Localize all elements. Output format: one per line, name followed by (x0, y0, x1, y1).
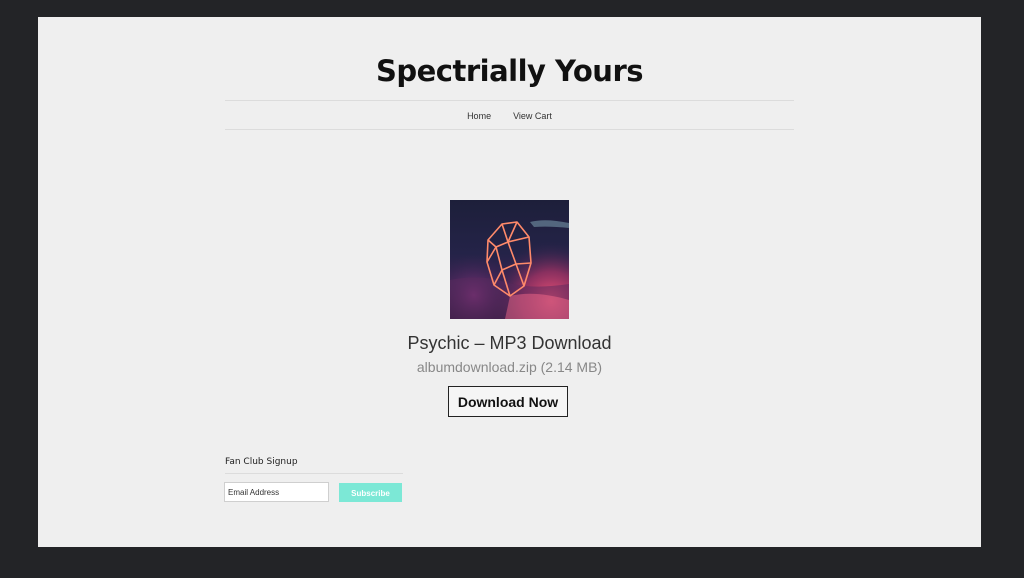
fan-club-divider (225, 473, 403, 474)
file-info: albumdownload.zip (2.14 MB) (416, 359, 603, 375)
email-address-input[interactable] (224, 482, 329, 502)
crystal-artwork-icon (450, 200, 569, 319)
page-container: Spectrially Yours Home View Cart Psychic… (38, 17, 981, 547)
subscribe-button[interactable]: Subscribe (339, 483, 402, 502)
site-title[interactable]: Spectrially Yours (38, 51, 981, 91)
download-now-button[interactable]: Download Now (448, 386, 568, 417)
nav-item-home[interactable]: Home (467, 108, 491, 124)
nav-top-divider (225, 100, 794, 101)
main-nav: Home View Cart (225, 108, 794, 124)
nav-item-view-cart[interactable]: View Cart (513, 108, 552, 124)
product-title: Psychic – MP3 Download (407, 333, 612, 353)
nav-bottom-divider (225, 129, 794, 130)
album-cover-image (450, 200, 569, 319)
fan-club-heading: Fan Club Signup (225, 457, 298, 467)
